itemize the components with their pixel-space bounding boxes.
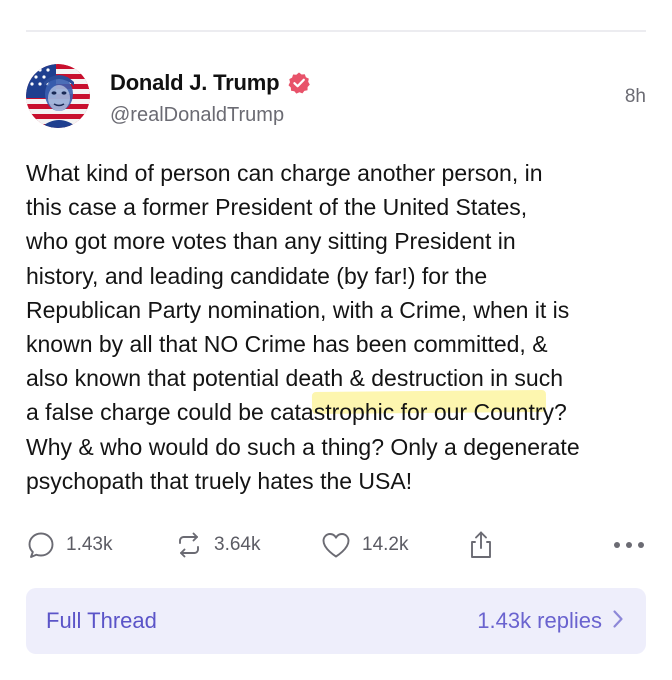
reply-count: 1.43k	[66, 534, 113, 555]
like-count: 14.2k	[362, 534, 409, 555]
reply-icon	[26, 530, 56, 560]
full-thread-link[interactable]: Full Thread 1.43k replies	[26, 588, 646, 654]
reply-button[interactable]: 1.43k	[26, 528, 112, 562]
repost-icon	[174, 530, 204, 560]
verified-badge-icon	[287, 71, 311, 95]
more-options-button[interactable]	[612, 528, 646, 562]
chevron-right-icon	[612, 609, 624, 634]
author-name-row: Donald J. Trump	[110, 70, 311, 96]
like-button[interactable]: 14.2k	[320, 528, 408, 562]
more-dots-icon	[612, 540, 646, 550]
author-handle[interactable]: @realDonaldTrump	[110, 104, 284, 127]
avatar[interactable]	[26, 64, 90, 128]
repost-button[interactable]: 3.64k	[174, 528, 260, 562]
post-actions: 1.43k 3.64k 14.2k	[26, 528, 646, 562]
full-thread-label: Full Thread	[46, 608, 157, 633]
avatar-image	[26, 64, 90, 128]
post-page: Donald J. Trump @realDonaldTrump 8h What…	[0, 0, 672, 680]
repost-count: 3.64k	[214, 534, 261, 555]
post-time: 8h	[624, 86, 646, 107]
heart-icon	[320, 530, 352, 560]
author-name[interactable]: Donald J. Trump	[110, 70, 280, 96]
post-header: Donald J. Trump @realDonaldTrump 8h	[26, 62, 646, 132]
thread-replies-group: 1.43k replies	[477, 608, 624, 634]
top-divider	[26, 30, 646, 32]
thread-replies-count: 1.43k replies	[477, 608, 602, 633]
share-button[interactable]	[466, 528, 496, 562]
share-icon	[466, 529, 496, 561]
post-body: What kind of person can charge another p…	[26, 160, 580, 494]
